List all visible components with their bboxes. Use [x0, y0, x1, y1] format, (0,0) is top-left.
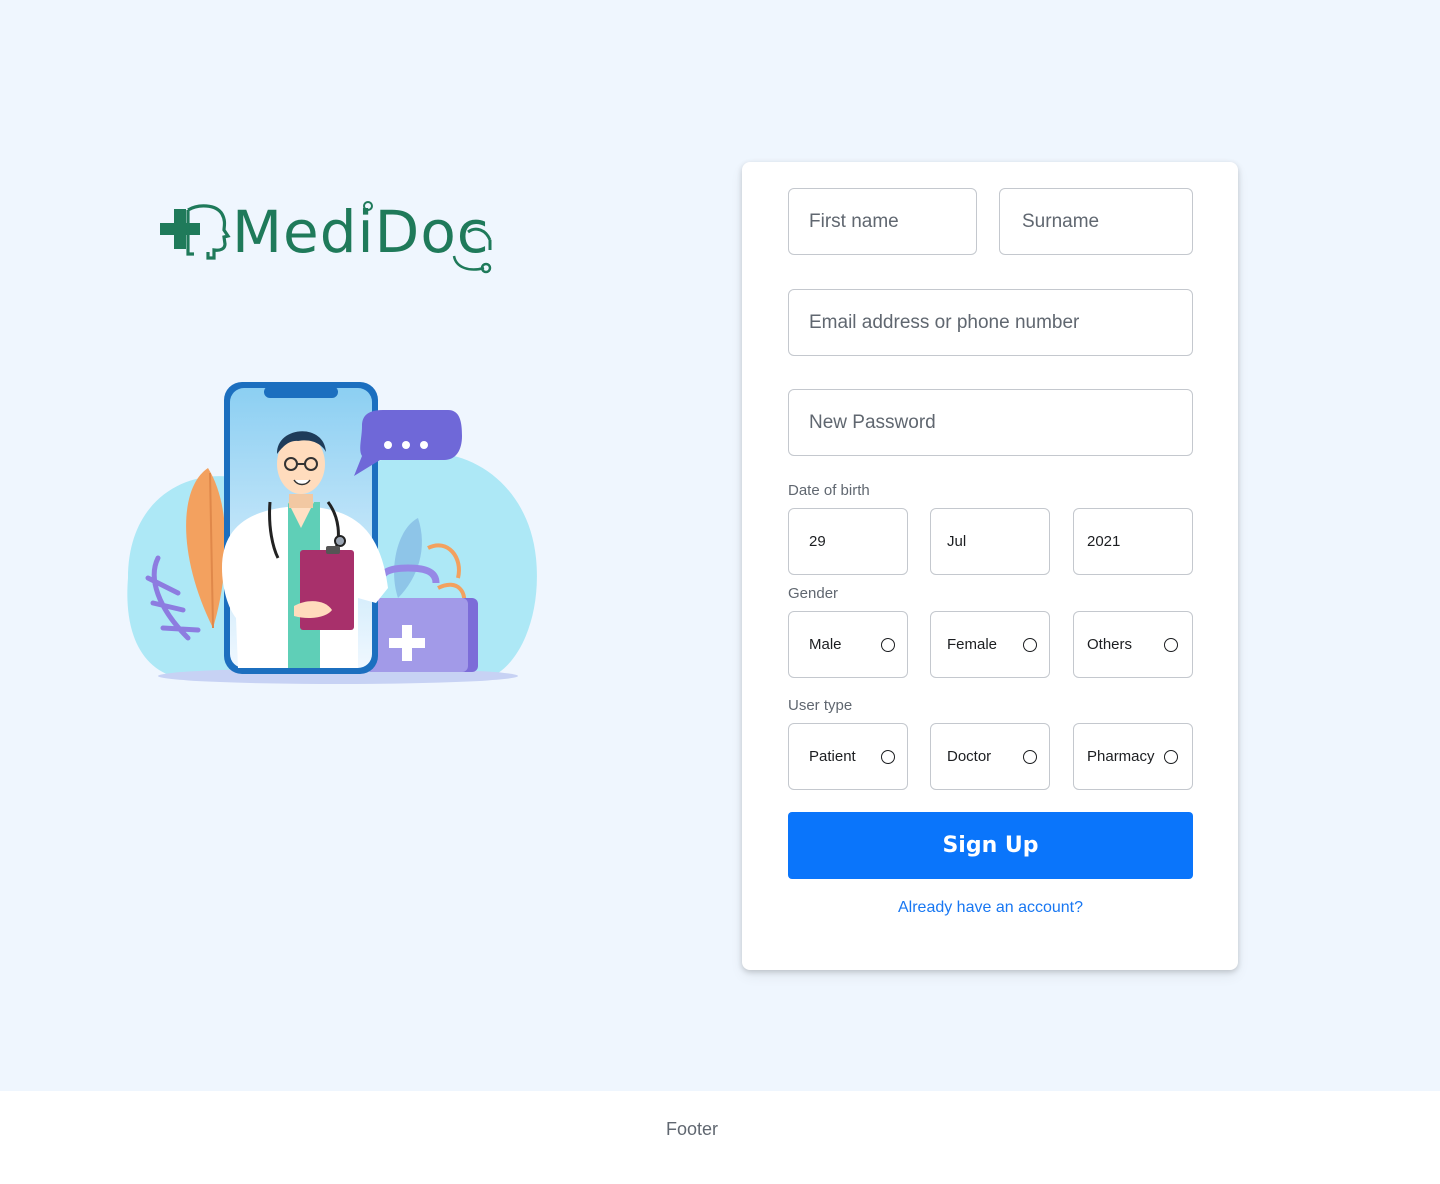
email-input[interactable] [809, 311, 1192, 334]
gender-option-male[interactable]: Male [788, 611, 908, 678]
already-have-account-link[interactable]: Already have an account? [788, 899, 1193, 917]
gender-option-female[interactable]: Female [930, 611, 1050, 678]
user-type-option-pharmacy[interactable]: Pharmacy [1073, 723, 1193, 790]
radio-button-icon[interactable] [881, 637, 895, 652]
radio-button-icon[interactable] [1023, 637, 1037, 652]
radio-button-icon[interactable] [881, 749, 895, 764]
user-type-option-doctor[interactable]: Doctor [930, 723, 1050, 790]
dob-year-value: 2021 [1087, 533, 1121, 550]
user-type-option-patient[interactable]: Patient [788, 723, 908, 790]
radio-button-icon[interactable] [1023, 749, 1037, 764]
password-field[interactable] [788, 389, 1193, 456]
gender-label: Gender [788, 585, 839, 602]
user-type-option-label: Patient [809, 748, 856, 765]
dob-year-select[interactable]: 2021 [1073, 508, 1193, 575]
dob-month-select[interactable]: Jul [930, 508, 1050, 575]
dob-day-value: 29 [809, 533, 826, 550]
medidoc-logo: MediDoc [158, 196, 498, 282]
user-type-option-label: Pharmacy [1087, 748, 1155, 765]
medical-cross-head-icon [160, 204, 231, 260]
email-field[interactable] [788, 289, 1193, 356]
footer-label: Footer [665, 1119, 719, 1139]
signup-card: Date of birth 29 Jul 2021 Gender Male Fe… [742, 162, 1238, 970]
gender-option-others[interactable]: Others [1073, 611, 1193, 678]
stethoscope-icon [452, 227, 492, 274]
dob-label: Date of birth [788, 482, 870, 499]
dob-month-value: Jul [947, 533, 967, 550]
sign-up-button[interactable]: Sign Up [788, 812, 1193, 879]
first-name-input[interactable] [809, 210, 976, 233]
dob-day-select[interactable]: 29 [788, 508, 908, 575]
surname-field[interactable] [999, 188, 1193, 255]
doctor-illustration [127, 382, 537, 684]
radio-button-icon[interactable] [1164, 637, 1178, 652]
surname-input[interactable] [1022, 210, 1192, 233]
user-type-option-label: Doctor [947, 748, 992, 765]
radio-button-icon[interactable] [1164, 749, 1178, 764]
user-type-label: User type [788, 697, 853, 714]
main-area: MediDoc First name Surname Email address… [0, 0, 1440, 1091]
footer: Footer [0, 1091, 1440, 1184]
first-name-field[interactable] [788, 188, 977, 255]
gender-option-label: Others [1087, 636, 1133, 653]
stethoscope-earpiece-icon [363, 201, 373, 211]
gender-option-label: Male [809, 636, 842, 653]
gender-option-label: Female [947, 636, 998, 653]
password-input[interactable] [809, 411, 1192, 434]
